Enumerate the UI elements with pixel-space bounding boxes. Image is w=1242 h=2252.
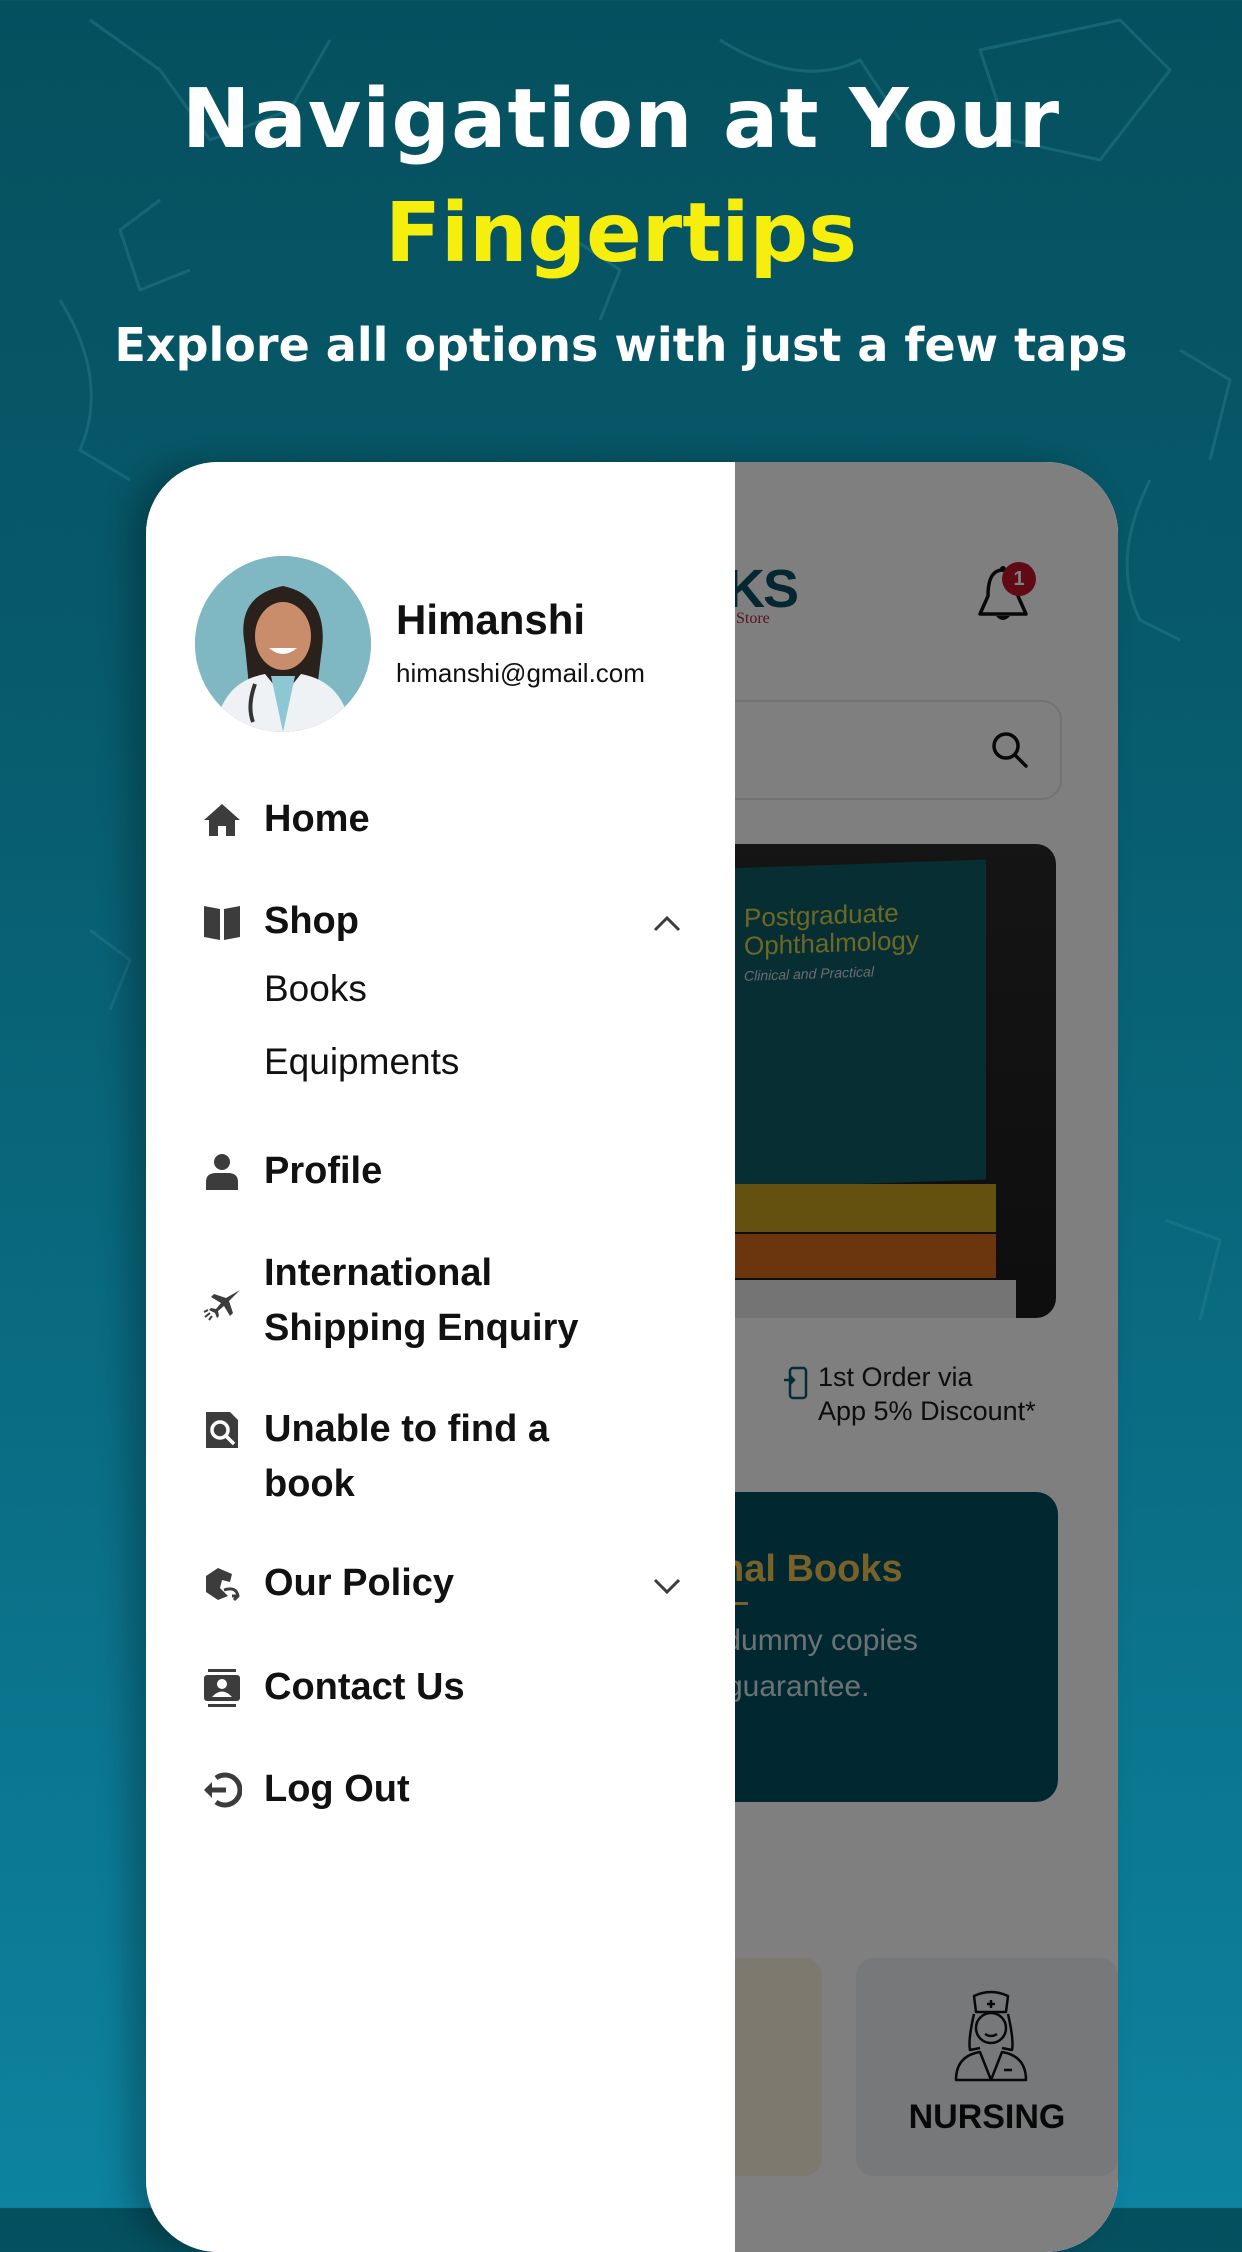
- user-icon: [206, 1154, 238, 1190]
- contact-card-icon: [204, 1669, 240, 1707]
- menu-label-international-line1: International: [264, 1252, 493, 1294]
- navigation-drawer: Himanshi himanshi@gmail.com Home Shop Bo…: [146, 462, 735, 2252]
- menu-item-log-out[interactable]: Log Out: [146, 1762, 735, 1822]
- menu-label-unable-line1: Unable to find a: [264, 1408, 549, 1450]
- avatar[interactable]: [195, 556, 371, 732]
- menu-label-our-policy: Our Policy: [264, 1562, 455, 1604]
- menu-label-contact-us: Contact Us: [264, 1666, 465, 1708]
- menu-item-unable-to-find-book[interactable]: Unable to find a book: [146, 1402, 735, 1514]
- open-book-icon: [204, 906, 240, 940]
- menu-item-home[interactable]: Home: [146, 792, 735, 852]
- home-icon: [204, 804, 240, 836]
- user-email: himanshi@gmail.com: [396, 658, 645, 688]
- menu-item-our-policy[interactable]: Our Policy: [146, 1556, 735, 1616]
- menu-item-profile[interactable]: Profile: [146, 1144, 735, 1204]
- chevron-down-icon[interactable]: [652, 1576, 682, 1596]
- phone-mockup: KS Store 1 Postgraduate Ophthalmology Cl…: [146, 462, 1118, 2252]
- hero-title-highlight: Fingertips: [384, 186, 858, 281]
- user-name: Himanshi: [396, 596, 586, 643]
- menu-label-profile: Profile: [264, 1150, 383, 1192]
- doctor-avatar-image: [195, 556, 371, 732]
- menu-item-contact-us[interactable]: Contact Us: [146, 1660, 735, 1720]
- menu-label-international-line2: Shipping Enquiry: [264, 1307, 579, 1349]
- hero-subtitle: Explore all options with just a few taps: [114, 318, 1128, 372]
- menu-label-unable-line2: book: [264, 1463, 355, 1505]
- menu-label-home: Home: [264, 798, 370, 840]
- submenu-item-books[interactable]: Books: [264, 964, 367, 1014]
- submenu-item-equipments[interactable]: Equipments: [264, 1037, 459, 1087]
- policy-hand-icon: [206, 1568, 240, 1602]
- logout-icon: [204, 1772, 242, 1808]
- airplane-icon: [203, 1290, 240, 1321]
- hero-title-line1: Navigation at Your: [181, 72, 1061, 167]
- menu-item-shop[interactable]: Shop: [146, 894, 735, 954]
- menu-label-log-out: Log Out: [264, 1768, 410, 1810]
- menu-item-international-shipping[interactable]: International Shipping Enquiry: [146, 1246, 735, 1358]
- chevron-up-icon[interactable]: [652, 914, 682, 934]
- menu-label-shop: Shop: [264, 900, 359, 942]
- search-document-icon: [206, 1412, 238, 1448]
